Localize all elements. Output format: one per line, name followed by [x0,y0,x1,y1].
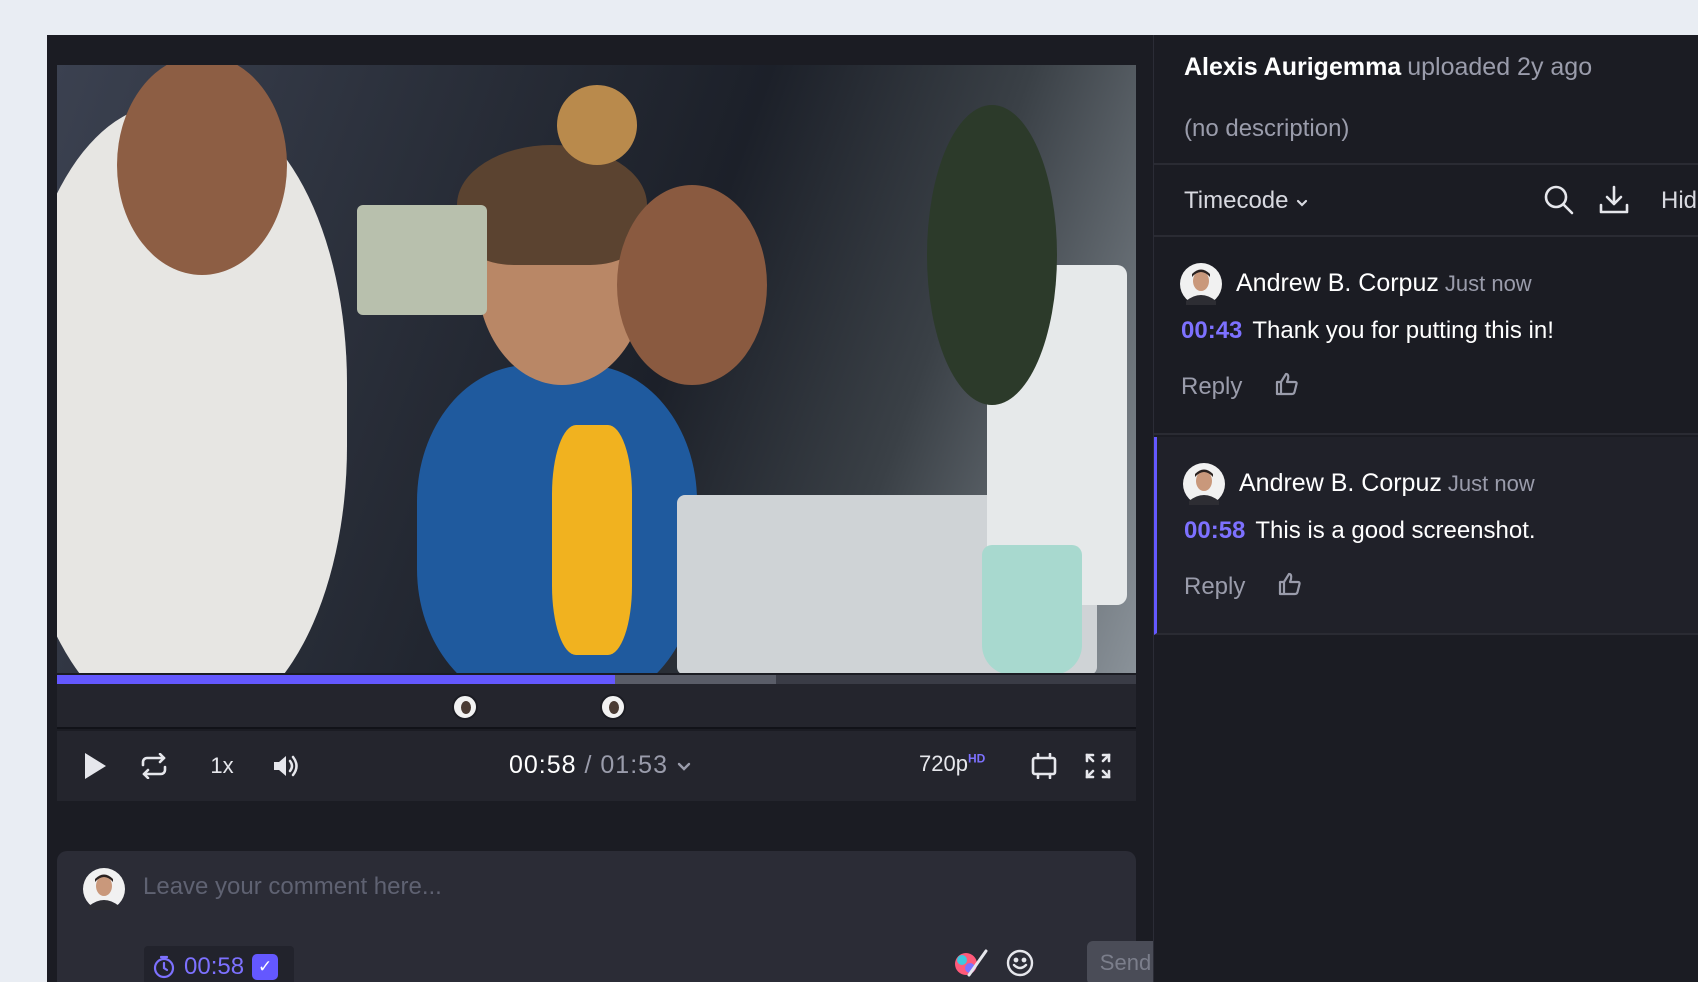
uploader-line: Alexis Aurigemma uploaded 2y ago [1184,53,1592,82]
fullscreen-button[interactable] [1081,749,1115,783]
comment-author-line: Andrew B. Corpuz Just now [1236,269,1532,298]
hide-comments-button[interactable]: Hide [1661,187,1698,215]
quality-label: 720p [919,751,968,776]
commenter-avatar [1180,263,1222,305]
volume-icon [274,755,298,777]
clock-icon [153,955,175,979]
volume-button[interactable] [269,749,303,783]
player-controls: 1x 00:58 / 01:53 720pHD [57,731,1136,801]
comment-input[interactable]: Leave your comment here... [143,873,442,901]
repeat-icon [141,753,167,779]
reply-button[interactable]: Reply [1181,373,1242,401]
aspect-ratio-icon [1031,753,1057,779]
time-display[interactable]: 00:58 / 01:53 [509,751,692,780]
comment-marker-avatar[interactable] [600,694,626,720]
sort-label: Timecode [1184,187,1289,214]
comment-author: Andrew B. Corpuz [1239,469,1442,497]
current-time: 00:58 [509,751,577,779]
playback-speed-button[interactable]: 1x [205,749,239,783]
asset-description: (no description) [1184,115,1350,142]
timecode-value: 00:58 [184,953,245,980]
aspect-ratio-button[interactable] [1027,749,1061,783]
emoji-icon[interactable] [1005,948,1035,978]
timecode-checkbox[interactable]: ✓ [252,954,279,980]
fullscreen-icon [1085,753,1111,779]
played-range [57,675,615,684]
comment-text: Thank you for putting this in! [1252,317,1554,344]
search-icon[interactable] [1542,183,1576,217]
thumbs-up-icon[interactable] [1277,571,1303,597]
progress-bar[interactable] [57,675,1136,684]
duration: 01:53 [600,751,668,779]
play-button[interactable] [79,749,111,783]
thumbs-up-icon[interactable] [1274,371,1300,397]
video-player: 1x 00:58 / 01:53 720pHD [57,65,1136,836]
comment-author-line: Andrew B. Corpuz Just now [1239,469,1535,498]
quality-selector[interactable]: 720pHD [919,751,985,777]
hd-badge: HD [967,751,986,766]
comment-item-active[interactable]: Andrew B. Corpuz Just now 00:58 This is a … [1154,437,1698,635]
upload-time: uploaded 2y ago [1407,53,1593,81]
comment-timestamp-link[interactable]: 00:58 [1184,517,1245,544]
loop-button[interactable] [137,749,171,783]
comment-composer: Leave your comment here... 00:58 ✓ Send [57,851,1164,982]
comment-time: Just now [1444,271,1532,296]
chevron-down-icon [1297,199,1308,207]
comment-marker-avatar[interactable] [452,694,478,720]
commenter-avatar [1183,463,1225,505]
chevron-down-icon [677,762,691,771]
comment-markers-track [57,684,1136,729]
comments-sidebar: Alexis Aurigemma uploaded 2y ago (no desc… [1153,35,1698,982]
sort-dropdown[interactable]: Timecode [1184,187,1309,215]
video-frame[interactable] [57,65,1136,673]
comment-body: 00:43 Thank you for putting this in! [1181,317,1554,345]
comment-timestamp-link[interactable]: 00:43 [1181,317,1242,344]
comment-text: This is a good screenshot. [1255,517,1536,544]
comment-author: Andrew B. Corpuz [1236,269,1439,297]
timecode-toggle[interactable]: 00:58 ✓ [144,946,294,982]
review-app: 1x 00:58 / 01:53 720pHD Leave your comme… [47,35,1698,982]
comment-item[interactable]: Andrew B. Corpuz Just now 00:43 Thank you … [1154,237,1698,435]
comments-toolbar: Timecode Hide [1154,163,1698,237]
annotate-brush-icon[interactable] [953,947,989,979]
comment-body: 00:58 This is a good screenshot. [1184,517,1536,545]
download-icon[interactable] [1597,183,1631,217]
user-avatar [83,868,125,910]
uploader-name[interactable]: Alexis Aurigemma [1184,53,1401,81]
comment-time: Just now [1447,471,1535,496]
play-icon [85,753,106,779]
reply-button[interactable]: Reply [1184,573,1245,601]
